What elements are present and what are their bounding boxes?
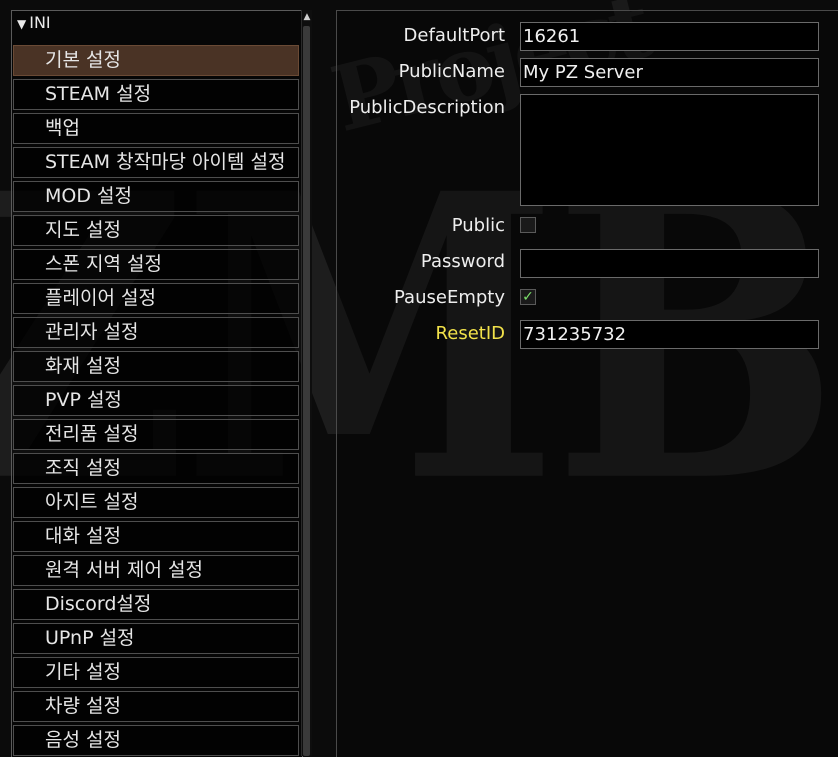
tree-item[interactable]: 음성 설정 — [13, 725, 299, 756]
reset-id-label: ResetID — [435, 323, 505, 344]
tree-item[interactable]: 화재 설정 — [13, 351, 299, 382]
tree-item[interactable]: 관리자 설정 — [13, 317, 299, 348]
tree-item[interactable]: UPnP 설정 — [13, 623, 299, 654]
tree-item[interactable]: 지도 설정 — [13, 215, 299, 246]
tree-item[interactable]: 플레이어 설정 — [13, 283, 299, 314]
public-name-input[interactable] — [520, 58, 819, 87]
reset-id-input[interactable] — [520, 320, 819, 349]
tree-item[interactable]: MOD 설정 — [13, 181, 299, 212]
tree-item[interactable]: 스폰 지역 설정 — [13, 249, 299, 280]
tree-item[interactable]: 차량 설정 — [13, 691, 299, 722]
tree-item[interactable]: 아지트 설정 — [13, 487, 299, 518]
tree-item[interactable]: STEAM 창작마당 아이템 설정 — [13, 147, 299, 178]
tree-item[interactable]: 조직 설정 — [13, 453, 299, 484]
tree-item[interactable]: 대화 설정 — [13, 521, 299, 552]
tree-item[interactable]: 전리품 설정 — [13, 419, 299, 450]
password-label: Password — [420, 251, 505, 272]
default-port-label: DefaultPort — [403, 25, 505, 46]
category-tree: ▼ INI 기본 설정 STEAM 설정 백업 STEAM 창작마당 아이템 설정 MOD… — [11, 10, 303, 757]
tree-item[interactable]: STEAM 설정 — [13, 79, 299, 110]
expand-triangle-icon[interactable]: ▼ — [17, 17, 26, 31]
tree-root-ini[interactable]: ▼ INI — [12, 11, 302, 34]
tree-item[interactable]: PVP 설정 — [13, 385, 299, 416]
tree-item[interactable]: Discord설정 — [13, 589, 299, 620]
scroll-up-arrow-icon[interactable]: ▲ — [302, 10, 312, 24]
pause-empty-label: PauseEmpty — [394, 287, 505, 308]
public-name-label: PublicName — [398, 61, 505, 82]
default-port-input[interactable] — [520, 22, 819, 51]
pause-empty-checkbox[interactable]: ✓ — [520, 289, 536, 305]
tree-scrollbar[interactable]: ▲ — [301, 10, 312, 756]
public-label: Public — [451, 215, 505, 236]
tree-item[interactable]: 백업 — [13, 113, 299, 144]
tree-item[interactable]: 원격 서버 제어 설정 — [13, 555, 299, 586]
password-input[interactable] — [520, 249, 819, 278]
tree-item[interactable]: 기타 설정 — [13, 657, 299, 688]
public-description-label: PublicDescription — [349, 97, 505, 118]
scroll-thumb[interactable] — [303, 26, 310, 756]
checkmark-icon: ✓ — [522, 289, 534, 305]
tree-item[interactable]: 기본 설정 — [13, 45, 299, 76]
public-checkbox[interactable] — [520, 217, 536, 233]
tree-root-label: INI — [29, 13, 51, 32]
public-description-textarea[interactable] — [520, 94, 819, 206]
